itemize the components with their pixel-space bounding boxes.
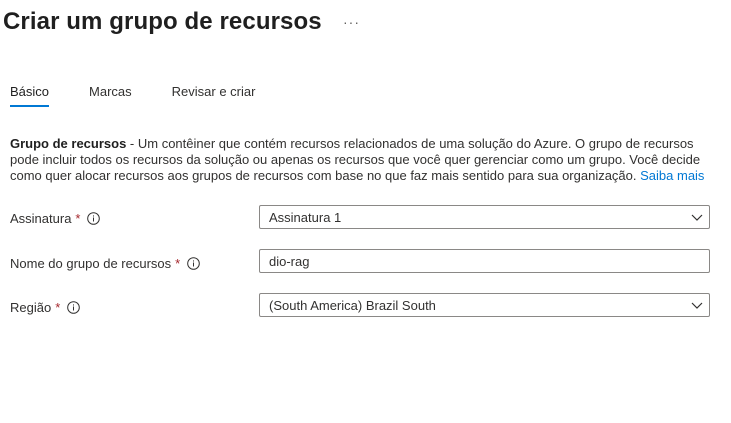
page-title: Criar um grupo de recursos: [3, 8, 322, 35]
more-options-button[interactable]: ···: [343, 14, 360, 30]
resource-group-name-label-row: Nome do grupo de recursos *: [10, 256, 201, 271]
region-label-row: Região *: [10, 300, 81, 315]
info-icon[interactable]: [87, 212, 101, 225]
resource-group-name-field[interactable]: [269, 253, 709, 269]
tab-basico[interactable]: Básico: [10, 84, 50, 107]
required-mark: *: [175, 256, 181, 271]
subscription-value: Assinatura 1: [269, 209, 342, 225]
region-value: (South America) Brazil South: [269, 297, 436, 313]
resource-group-description: Grupo de recursos - Um contêiner que con…: [10, 136, 710, 184]
resource-group-name-label: Nome do grupo de recursos: [10, 256, 172, 271]
region-label: Região: [10, 300, 52, 315]
required-mark: *: [55, 300, 61, 315]
tab-marcas[interactable]: Marcas: [89, 84, 132, 107]
tab-revisar-e-criar[interactable]: Revisar e criar: [172, 84, 256, 107]
info-icon[interactable]: [67, 301, 81, 314]
subscription-dropdown[interactable]: Assinatura 1: [259, 205, 710, 229]
info-icon[interactable]: [187, 257, 201, 270]
subscription-label-row: Assinatura *: [10, 211, 101, 226]
required-mark: *: [75, 211, 81, 226]
description-heading: Grupo de recursos: [10, 136, 127, 151]
subscription-label: Assinatura: [10, 211, 72, 226]
resource-group-name-input[interactable]: [259, 249, 710, 273]
learn-more-link[interactable]: Saiba mais: [640, 168, 704, 183]
region-dropdown[interactable]: (South America) Brazil South: [259, 293, 710, 317]
tab-bar: Básico Marcas Revisar e criar: [10, 84, 295, 107]
chevron-down-icon: [691, 302, 703, 309]
chevron-down-icon: [691, 214, 703, 221]
